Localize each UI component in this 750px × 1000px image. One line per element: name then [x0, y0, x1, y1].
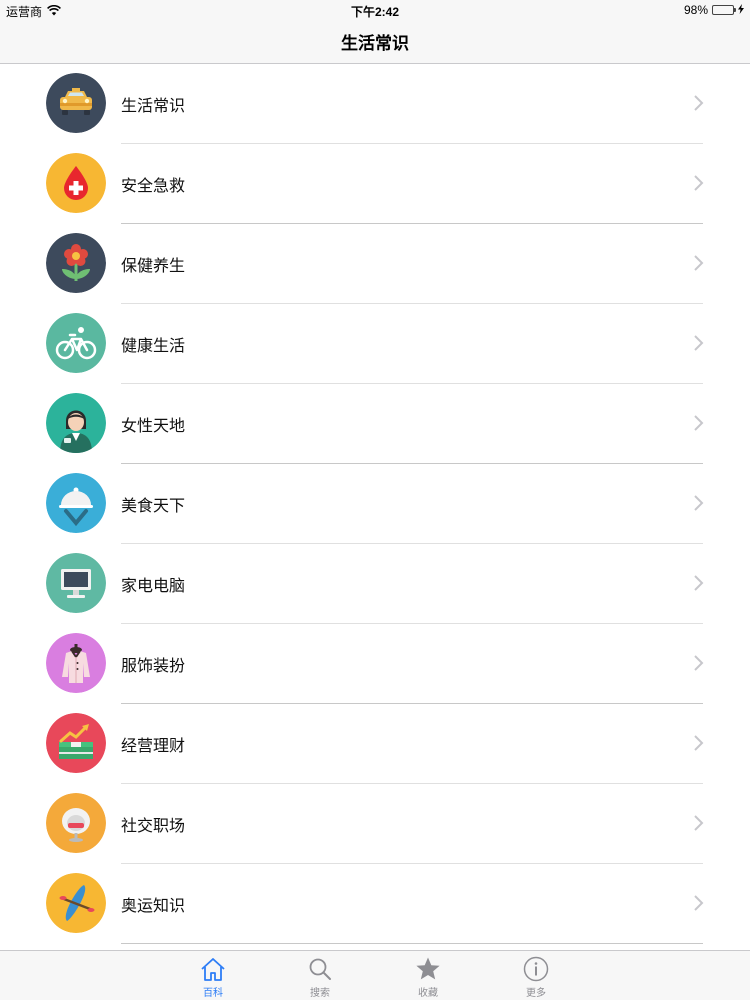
info-icon [523, 956, 549, 982]
tab-favorites[interactable]: 收藏 [398, 955, 458, 999]
list-item-label: 健康生活 [121, 336, 186, 355]
search-icon [309, 958, 331, 980]
chevron-right-icon [694, 335, 704, 351]
chevron-right-icon [694, 655, 704, 671]
list-item-label: 保健养生 [121, 256, 186, 275]
charging-bolt-icon [738, 3, 744, 17]
list-item[interactable]: 安全急救 [0, 144, 750, 224]
list-item-label: 社交职场 [121, 816, 186, 835]
taxi-icon [46, 73, 106, 133]
list-item-label: 美食天下 [121, 496, 186, 515]
list-item-label: 经营理财 [121, 736, 186, 755]
battery-percent: 98% [683, 3, 708, 17]
bicycle-icon [46, 313, 106, 373]
tab-bar: 百科 搜索 收藏 更多 [0, 950, 750, 1000]
list-item[interactable]: 家电电脑 [0, 544, 750, 624]
status-bar: 运营商 下午2:42 98% [0, 0, 750, 20]
list-item[interactable]: 服饰装扮 [0, 624, 750, 704]
tab-search[interactable]: 搜索 [290, 955, 350, 999]
chevron-right-icon [694, 815, 704, 831]
battery-icon [712, 5, 736, 15]
list-item[interactable]: 社交职场 [0, 784, 750, 864]
tab-label: 更多 [526, 988, 546, 999]
blood-drop-icon [46, 153, 106, 213]
chevron-right-icon [694, 735, 704, 751]
list-item[interactable]: 美食天下 [0, 464, 750, 544]
list-item-label: 安全急救 [121, 176, 186, 195]
star-icon [416, 957, 440, 980]
list-item-label: 生活常识 [121, 96, 186, 115]
chevron-right-icon [694, 95, 704, 111]
list-item-label: 女性天地 [121, 416, 186, 435]
chevron-right-icon [694, 255, 704, 271]
chevron-right-icon [694, 895, 704, 911]
tab-baike[interactable]: 百科 [183, 955, 243, 999]
tab-more[interactable]: 更多 [506, 955, 566, 999]
row-separator [121, 943, 703, 944]
list-item[interactable]: 生活常识 [0, 64, 750, 144]
egg-chair-icon [46, 793, 106, 853]
home-icon [201, 958, 225, 981]
chevron-right-icon [694, 575, 704, 591]
list-item-label: 服饰装扮 [121, 656, 186, 675]
woman-icon [46, 393, 106, 453]
food-cloche-icon [46, 473, 106, 533]
monitor-icon [46, 553, 106, 613]
tab-label: 百科 [203, 988, 223, 999]
navigation-bar: 生活常识 [0, 20, 750, 64]
category-list: 生活常识 安全急救 保健养生 健康生活 女性天地 美食天下 家电电脑 服饰装扮 … [0, 64, 750, 950]
canoe-icon [46, 873, 106, 933]
list-item[interactable]: 奥运知识 [0, 864, 750, 944]
list-item-label: 家电电脑 [121, 576, 186, 595]
list-item[interactable]: 健康生活 [0, 304, 750, 384]
money-chart-icon [46, 713, 106, 773]
flower-icon [46, 233, 106, 293]
list-item[interactable]: 女性天地 [0, 384, 750, 464]
tab-label: 搜索 [310, 988, 330, 999]
jacket-icon [46, 633, 106, 693]
status-time: 下午2:42 [350, 5, 400, 19]
list-item-label: 奥运知识 [121, 896, 186, 915]
page-title: 生活常识 [341, 34, 409, 54]
chevron-right-icon [694, 175, 704, 191]
tab-label: 收藏 [418, 988, 438, 999]
chevron-right-icon [694, 495, 704, 511]
chevron-right-icon [694, 415, 704, 431]
list-item[interactable]: 保健养生 [0, 224, 750, 304]
list-item[interactable]: 经营理财 [0, 704, 750, 784]
